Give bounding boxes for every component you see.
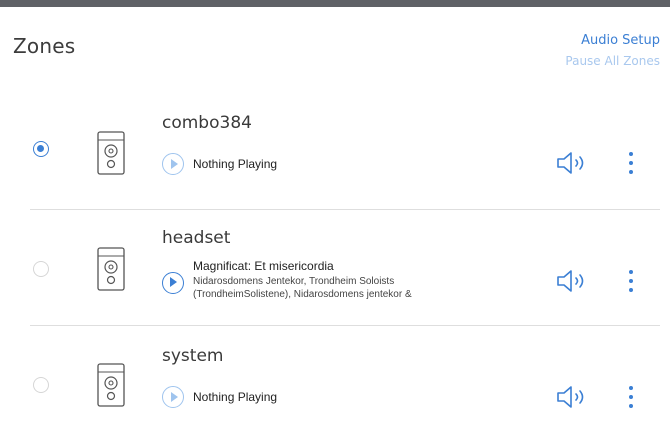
top-bar: [0, 0, 670, 7]
play-button[interactable]: [162, 272, 184, 294]
zone-select-radio[interactable]: [33, 141, 49, 157]
zone-name: system: [162, 346, 224, 366]
speaker-icon: [97, 131, 125, 175]
play-button[interactable]: [162, 153, 184, 175]
audio-setup-link[interactable]: Audio Setup: [581, 33, 660, 48]
more-vertical-icon[interactable]: [624, 268, 638, 294]
zone-name: headset: [162, 228, 231, 248]
volume-icon[interactable]: [556, 150, 588, 176]
zone-select-radio[interactable]: [33, 261, 49, 277]
play-button[interactable]: [162, 386, 184, 408]
track-title: Magnificat: Et misericordia: [193, 259, 334, 273]
more-vertical-icon[interactable]: [624, 384, 638, 410]
speaker-icon: [97, 363, 125, 407]
zone-row-headset: headset Magnificat: Et misericordia Nida…: [0, 210, 670, 326]
now-playing-status: Nothing Playing: [193, 157, 278, 171]
volume-icon[interactable]: [556, 384, 588, 410]
page-title: Zones: [13, 34, 76, 58]
zone-row-system: system Nothing Playing: [0, 326, 670, 442]
zone-name: combo384: [162, 113, 252, 133]
speaker-icon: [97, 247, 125, 291]
pause-all-zones-link[interactable]: Pause All Zones: [565, 54, 660, 68]
track-artist: Nidarosdomens Jentekor, Trondheim Solois…: [193, 276, 412, 300]
more-vertical-icon[interactable]: [624, 150, 638, 176]
volume-icon[interactable]: [556, 268, 588, 294]
zone-select-radio[interactable]: [33, 377, 49, 393]
now-playing-status: Nothing Playing: [193, 390, 278, 404]
zone-row-combo384: combo384 Nothing Playing: [0, 94, 670, 210]
